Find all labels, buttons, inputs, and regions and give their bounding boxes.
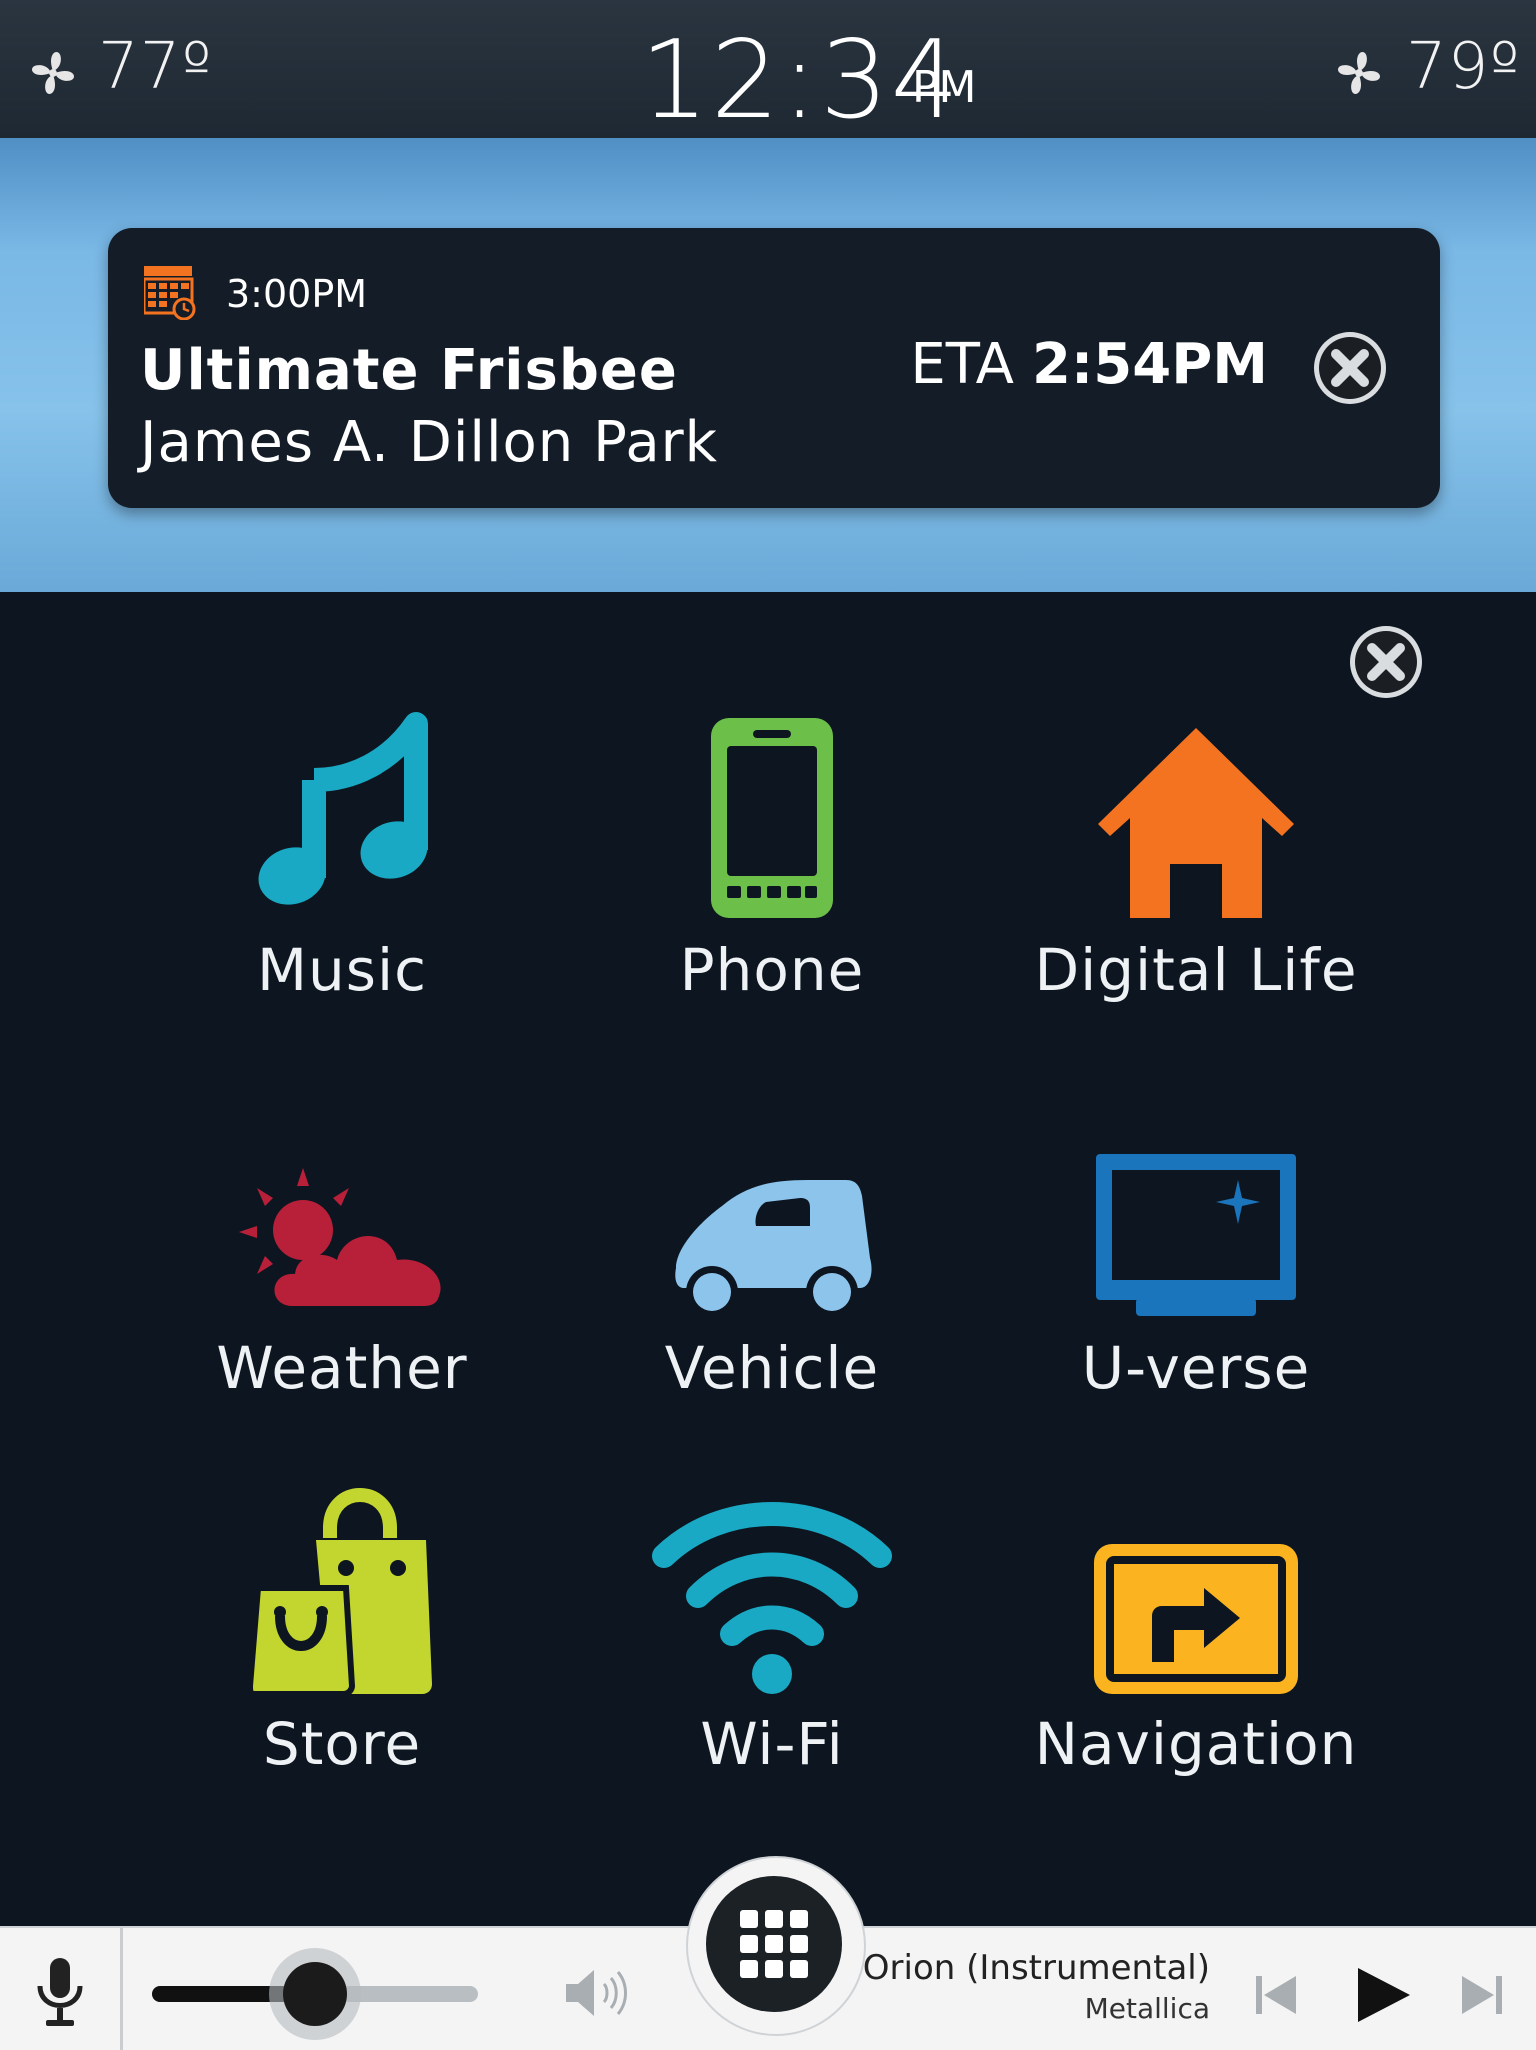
eta-time: 2:54PM bbox=[1031, 332, 1268, 397]
app-music[interactable]: Music bbox=[152, 700, 532, 1020]
right-temperature[interactable]: 79º bbox=[1406, 30, 1521, 104]
app-label: U-verse bbox=[1081, 1334, 1311, 1402]
calendar-icon bbox=[144, 266, 196, 320]
tv-icon bbox=[1096, 1154, 1296, 1316]
volume-slider-handle[interactable] bbox=[283, 1962, 347, 2026]
app-phone[interactable]: Phone bbox=[582, 700, 962, 1020]
car-icon bbox=[675, 1180, 872, 1318]
app-vehicle[interactable]: Vehicle bbox=[582, 1098, 962, 1418]
home-icon bbox=[1098, 728, 1294, 918]
app-label: Digital Life bbox=[1034, 936, 1358, 1004]
event-time: 3:00PM bbox=[226, 272, 368, 316]
next-track-icon[interactable] bbox=[1456, 1970, 1506, 2020]
play-icon[interactable] bbox=[1352, 1964, 1414, 2026]
volume-slider[interactable] bbox=[152, 1962, 478, 2026]
app-u-verse[interactable]: U-verse bbox=[1006, 1098, 1386, 1418]
phone-icon bbox=[711, 718, 833, 918]
calendar-notification-card[interactable]: 3:00PM Ultimate Frisbee James A. Dillon … bbox=[108, 228, 1440, 508]
eta-label: ETA bbox=[910, 332, 1014, 397]
now-playing[interactable]: Orion (Instrumental) Metallica bbox=[863, 1948, 1210, 2025]
app-label: Phone bbox=[679, 936, 865, 1004]
app-label: Navigation bbox=[1034, 1710, 1358, 1778]
event-title: Ultimate Frisbee bbox=[140, 338, 678, 403]
fan-icon[interactable] bbox=[1330, 44, 1388, 102]
sun-cloud-icon bbox=[239, 1168, 441, 1306]
app-label: Store bbox=[262, 1710, 422, 1778]
fan-icon[interactable] bbox=[24, 44, 82, 102]
app-navigation[interactable]: Navigation bbox=[1006, 1474, 1386, 1794]
app-store[interactable]: Store bbox=[152, 1474, 532, 1794]
previous-track-icon[interactable] bbox=[1252, 1970, 1302, 2020]
event-location: James A. Dillon Park bbox=[140, 410, 719, 475]
app-label: Wi-Fi bbox=[700, 1710, 844, 1778]
shopping-bags-icon bbox=[250, 1488, 432, 1694]
close-icon[interactable] bbox=[1348, 624, 1424, 700]
song-title: Orion (Instrumental) bbox=[862, 1948, 1210, 1988]
speaker-icon[interactable] bbox=[564, 1968, 630, 2018]
music-note-icon bbox=[258, 712, 428, 905]
wifi-icon bbox=[652, 1502, 892, 1694]
navigation-icon bbox=[1094, 1544, 1298, 1694]
app-label: Vehicle bbox=[664, 1334, 880, 1402]
divider bbox=[120, 1928, 123, 2050]
app-label: Music bbox=[256, 936, 428, 1004]
song-artist: Metallica bbox=[1084, 1992, 1210, 2025]
app-digital-life[interactable]: Digital Life bbox=[1006, 700, 1386, 1020]
app-weather[interactable]: Weather bbox=[152, 1098, 532, 1418]
app-label: Weather bbox=[216, 1334, 468, 1402]
eta-display: ETA 2:54PM bbox=[910, 332, 1268, 397]
home-button[interactable] bbox=[706, 1876, 842, 2012]
close-icon[interactable] bbox=[1312, 330, 1388, 406]
clock-ampm: PM bbox=[912, 62, 977, 113]
status-bar: 77º 12:34 PM 79º bbox=[0, 0, 1536, 143]
microphone-icon[interactable] bbox=[30, 1956, 90, 2028]
app-wi-fi[interactable]: Wi-Fi bbox=[582, 1474, 962, 1794]
app-grid-icon bbox=[740, 1910, 808, 1978]
left-temperature[interactable]: 77º bbox=[98, 30, 213, 104]
